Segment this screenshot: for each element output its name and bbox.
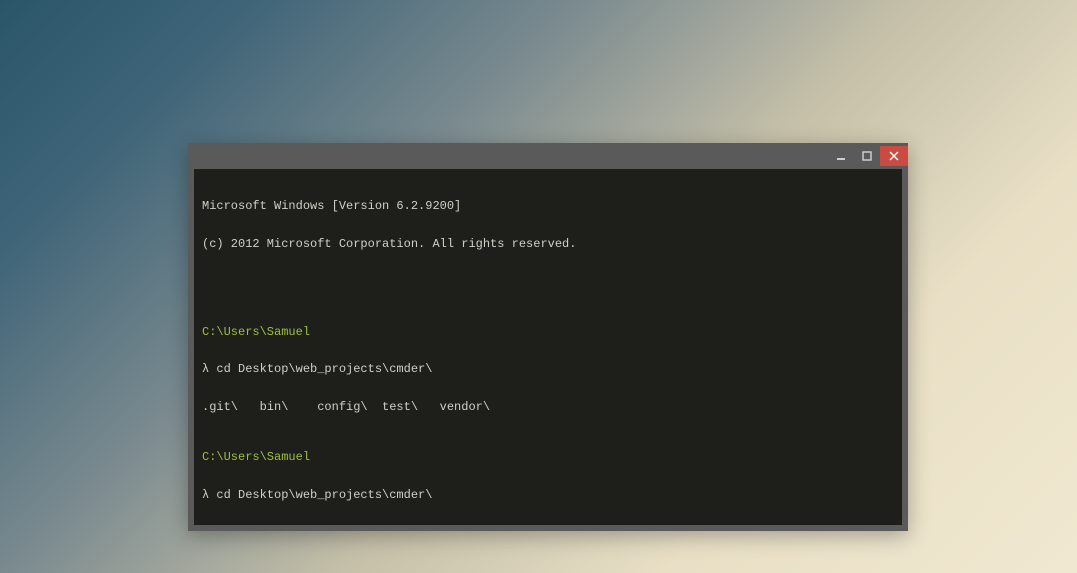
completion-list: .git\ bin\ config\ test\ vendor\ xyxy=(202,401,894,414)
prompt-line: λ cd Desktop\web_projects\cmder\ xyxy=(202,489,894,502)
maximize-button[interactable] xyxy=(854,146,880,166)
prompt-path: C:\Users\Samuel xyxy=(202,326,894,339)
command-text: cd Desktop\web_projects\cmder\ xyxy=(216,362,432,376)
terminal-window: Microsoft Windows [Version 6.2.9200] (c)… xyxy=(188,143,908,531)
prompt-path: C:\Users\Samuel xyxy=(202,451,894,464)
terminal-body[interactable]: Microsoft Windows [Version 6.2.9200] (c)… xyxy=(194,169,902,525)
command-text: cd Desktop\web_projects\cmder\ xyxy=(216,488,432,502)
minimize-button[interactable] xyxy=(828,146,854,166)
maximize-icon xyxy=(862,151,872,161)
blank-line xyxy=(202,276,894,288)
close-button[interactable] xyxy=(880,146,908,166)
banner-line: (c) 2012 Microsoft Corporation. All righ… xyxy=(202,238,894,251)
banner-line: Microsoft Windows [Version 6.2.9200] xyxy=(202,200,894,213)
prompt-line: λ cd Desktop\web_projects\cmder\ xyxy=(202,363,894,376)
close-icon xyxy=(889,151,899,161)
minimize-icon xyxy=(836,151,846,161)
titlebar[interactable] xyxy=(188,143,908,169)
